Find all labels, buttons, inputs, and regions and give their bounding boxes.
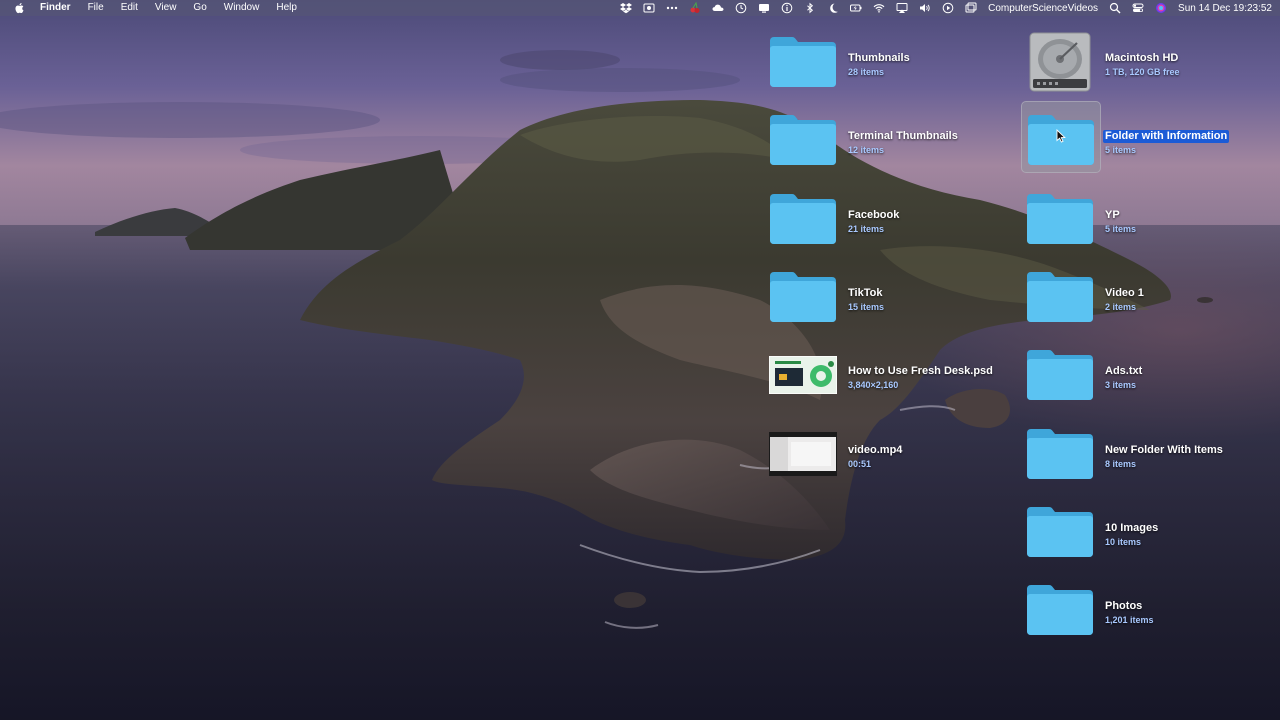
- siri-icon[interactable]: [1155, 2, 1167, 14]
- desktop-folder-terminal-thumbnails[interactable]: Terminal Thumbnails 12 items: [768, 105, 1018, 177]
- item-name[interactable]: YP: [1103, 209, 1122, 222]
- item-name[interactable]: Facebook: [846, 209, 901, 222]
- battery-icon[interactable]: [850, 2, 862, 14]
- clock-icon[interactable]: [735, 2, 747, 14]
- window-icon[interactable]: [965, 2, 977, 14]
- item-name[interactable]: TikTok: [846, 287, 884, 300]
- item-name[interactable]: Video 1: [1103, 287, 1146, 300]
- menu-go[interactable]: Go: [193, 0, 206, 16]
- item-info: 1 TB, 120 GB free: [1105, 67, 1180, 77]
- desktop-folder-10-images[interactable]: 10 Images 10 items: [1025, 497, 1275, 569]
- play-icon[interactable]: [942, 2, 954, 14]
- item-info: 5 items: [1105, 145, 1137, 155]
- desktop-file-video[interactable]: video.mp4 00:51: [768, 419, 1018, 491]
- item-info: 5 items: [1105, 224, 1137, 234]
- folder-icon[interactable]: [1025, 340, 1095, 410]
- menu-window[interactable]: Window: [224, 0, 260, 16]
- item-info: 1,201 items: [1105, 615, 1154, 625]
- desktop-folder-video-1[interactable]: Video 1 2 items: [1025, 262, 1275, 334]
- dropbox-icon[interactable]: [620, 2, 633, 14]
- video-thumbnail-icon[interactable]: [768, 419, 838, 489]
- item-name[interactable]: Thumbnails: [846, 52, 912, 65]
- info-icon[interactable]: [781, 2, 793, 14]
- airplay-icon[interactable]: [896, 2, 908, 14]
- more-icon[interactable]: [666, 2, 678, 14]
- item-info: 28 items: [848, 67, 885, 77]
- control-center-icon[interactable]: [1132, 2, 1144, 14]
- desktop-disk-macintosh-hd[interactable]: Macintosh HD 1 TB, 120 GB free: [1025, 27, 1275, 99]
- item-info: 3 items: [1105, 380, 1137, 390]
- folder-icon[interactable]: [1025, 419, 1095, 489]
- folder-icon[interactable]: [1025, 575, 1095, 645]
- folder-icon[interactable]: [768, 27, 838, 97]
- item-name[interactable]: Terminal Thumbnails: [846, 130, 960, 143]
- menu-app-finder[interactable]: Finder: [40, 0, 71, 16]
- menu-file[interactable]: File: [88, 0, 104, 16]
- desktop[interactable]: Finder File Edit View Go Window Help Com…: [0, 0, 1280, 720]
- item-info: 10 items: [1105, 537, 1142, 547]
- desktop-file-psd[interactable]: How to Use Fresh Desk.psd 3,840×2,160: [768, 340, 1018, 412]
- desktop-folder-new-folder-with-items[interactable]: New Folder With Items 8 items: [1025, 419, 1275, 491]
- folder-icon[interactable]: [768, 105, 838, 175]
- menu-bar: Finder File Edit View Go Window Help Com…: [0, 0, 1280, 16]
- desktop-folder-facebook[interactable]: Facebook 21 items: [768, 184, 1018, 256]
- item-name[interactable]: How to Use Fresh Desk.psd: [846, 365, 995, 378]
- item-name[interactable]: 10 Images: [1103, 522, 1160, 535]
- item-info: 21 items: [848, 224, 885, 234]
- desktop-folder-tiktok[interactable]: TikTok 15 items: [768, 262, 1018, 334]
- folder-icon[interactable]: [1025, 497, 1095, 567]
- item-name[interactable]: Ads.txt: [1103, 365, 1144, 378]
- moon-icon[interactable]: [827, 2, 839, 14]
- psd-thumbnail-icon[interactable]: [768, 340, 838, 410]
- hard-disk-icon[interactable]: [1025, 27, 1095, 97]
- desktop-folder-photos[interactable]: Photos 1,201 items: [1025, 575, 1275, 647]
- item-name[interactable]: Photos: [1103, 600, 1144, 613]
- menu-help[interactable]: Help: [276, 0, 297, 16]
- folder-icon[interactable]: [1025, 262, 1095, 332]
- folder-icon[interactable]: [1025, 184, 1095, 254]
- item-name[interactable]: video.mp4: [846, 444, 904, 457]
- desktop-folder-ads-txt[interactable]: Ads.txt 3 items: [1025, 340, 1275, 412]
- menu-view[interactable]: View: [155, 0, 177, 16]
- item-info: 2 items: [1105, 302, 1137, 312]
- volume-icon[interactable]: [919, 2, 931, 14]
- cloud-icon[interactable]: [712, 2, 724, 14]
- item-name[interactable]: Macintosh HD: [1103, 52, 1180, 65]
- item-info: 8 items: [1105, 459, 1137, 469]
- item-info: 15 items: [848, 302, 885, 312]
- spotlight-search-icon[interactable]: [1109, 2, 1121, 14]
- folder-icon[interactable]: [768, 262, 838, 332]
- apple-menu-icon[interactable]: [14, 2, 24, 14]
- item-info: 00:51: [848, 459, 872, 469]
- item-info: 3,840×2,160: [848, 380, 899, 390]
- item-info: 12 items: [848, 145, 885, 155]
- screen-record-icon[interactable]: [643, 2, 655, 14]
- cherry-icon[interactable]: [689, 2, 701, 14]
- wifi-icon[interactable]: [873, 2, 885, 14]
- folder-icon[interactable]: [768, 184, 838, 254]
- desktop-folder-thumbnails[interactable]: Thumbnails 28 items: [768, 27, 1018, 99]
- menu-edit[interactable]: Edit: [121, 0, 138, 16]
- display-icon[interactable]: [758, 2, 770, 14]
- status-area: ComputerScienceVideos Sun 14 Dec 19:23:5…: [620, 0, 1272, 16]
- fast-user-switch-name[interactable]: ComputerScienceVideos: [988, 3, 1098, 14]
- mouse-cursor-icon: [1056, 129, 1066, 143]
- menu-bar-clock[interactable]: Sun 14 Dec 19:23:52: [1178, 3, 1272, 14]
- item-name-selected[interactable]: Folder with Information: [1103, 130, 1230, 143]
- item-name[interactable]: New Folder With Items: [1103, 444, 1225, 457]
- desktop-folder-yp[interactable]: YP 5 items: [1025, 184, 1275, 256]
- bluetooth-icon[interactable]: [804, 2, 816, 14]
